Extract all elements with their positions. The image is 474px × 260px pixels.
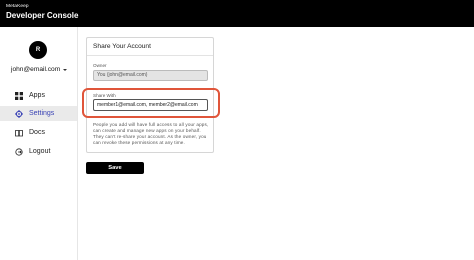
sidebar-item-docs[interactable]: Docs <box>0 125 77 140</box>
owner-field: You (john@email.com) <box>93 70 208 81</box>
sidebar: R john@email.com Apps Settings Docs Logo… <box>0 27 78 260</box>
card-header: Share Your Account <box>87 38 213 56</box>
help-text: People you add will have full access to … <box>93 122 209 145</box>
save-button[interactable]: Save <box>86 162 144 174</box>
avatar[interactable]: R <box>29 41 47 59</box>
card-title: Share Your Account <box>93 43 151 50</box>
sidebar-item-apps[interactable]: Apps <box>0 88 77 103</box>
gear-icon <box>15 109 23 118</box>
app-title: Developer Console <box>6 11 79 20</box>
sidebar-item-settings[interactable]: Settings <box>0 106 77 121</box>
sidebar-item-label: Apps <box>29 92 45 99</box>
grid-icon <box>15 91 23 100</box>
chevron-down-icon <box>63 68 68 71</box>
sidebar-item-label: Logout <box>29 148 51 155</box>
sidebar-item-logout[interactable]: Logout <box>0 144 77 159</box>
user-menu[interactable]: john@email.com <box>11 66 68 73</box>
top-bar: MetaKeep Developer Console <box>0 0 474 27</box>
sidebar-item-label: Settings <box>29 110 55 117</box>
owner-label: Owner <box>93 63 107 68</box>
user-email: john@email.com <box>11 66 61 73</box>
brand-name: MetaKeep <box>6 4 29 9</box>
highlight-box <box>82 88 220 118</box>
book-icon <box>15 129 23 137</box>
sidebar-item-label: Docs <box>29 129 45 136</box>
logout-icon <box>15 147 23 156</box>
